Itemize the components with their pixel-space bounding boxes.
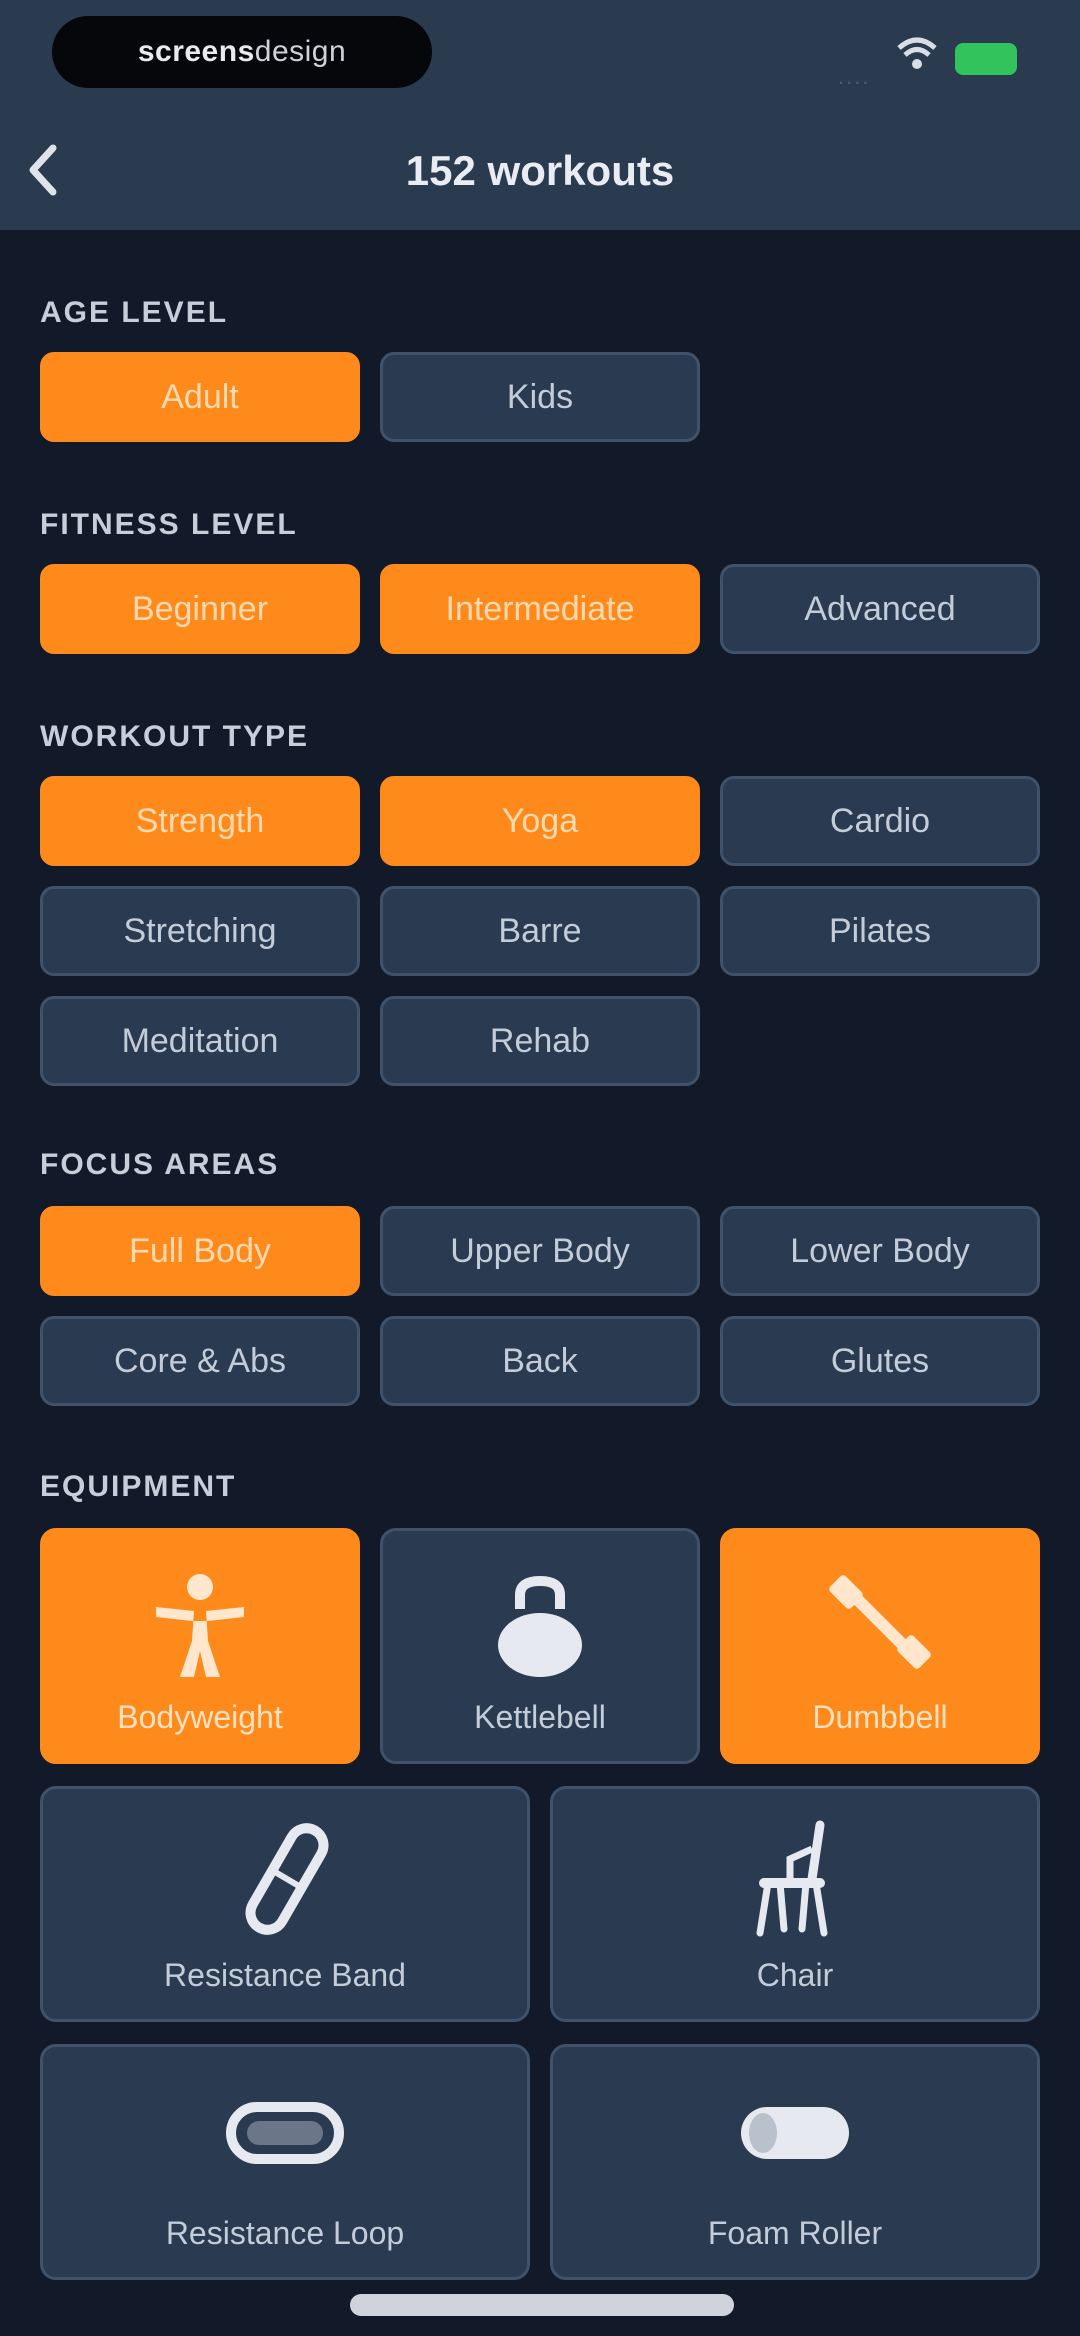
kettlebell-icon <box>383 1575 697 1679</box>
chip-workout-cardio[interactable]: Cardio <box>720 776 1040 866</box>
chip-focus-lower-body[interactable]: Lower Body <box>720 1206 1040 1296</box>
equipment-resistance-band[interactable]: Resistance Band <box>40 1786 530 2022</box>
chip-fitness-beginner[interactable]: Beginner <box>40 564 360 654</box>
home-indicator <box>350 2294 734 2316</box>
section-label-focus-areas: FOCUS AREAS <box>40 1148 280 1181</box>
chip-workout-barre[interactable]: Barre <box>380 886 700 976</box>
nav-bar: 152 workouts <box>0 112 1080 230</box>
equipment-dumbbell[interactable]: Dumbbell <box>720 1528 1040 1764</box>
chevron-left-icon <box>29 144 57 196</box>
dumbbell-icon <box>723 1567 1037 1677</box>
equipment-label: Resistance Loop <box>165 2215 405 2251</box>
equipment-label: Chair <box>756 1957 834 1993</box>
equipment-foam-roller[interactable]: Foam Roller <box>550 2044 1040 2280</box>
battery-icon <box>955 43 1017 75</box>
chip-focus-upper-body[interactable]: Upper Body <box>380 1206 700 1296</box>
section-label-fitness-level: FITNESS LEVEL <box>40 508 298 541</box>
chip-age-kids[interactable]: Kids <box>380 352 700 442</box>
section-label-workout-type: WORKOUT TYPE <box>40 720 309 753</box>
watermark-bold: screens <box>137 35 255 68</box>
back-button[interactable] <box>14 140 74 200</box>
chip-fitness-intermediate[interactable]: Intermediate <box>380 564 700 654</box>
chip-workout-stretching[interactable]: Stretching <box>40 886 360 976</box>
equipment-label: Foam Roller <box>707 2215 883 2251</box>
equipment-label: Kettlebell <box>474 1699 606 1735</box>
page-title: 152 workouts <box>405 147 675 194</box>
chip-workout-yoga[interactable]: Yoga <box>380 776 700 866</box>
resistance-loop-icon <box>43 2101 527 2165</box>
wifi-icon <box>897 37 937 69</box>
chip-focus-full-body[interactable]: Full Body <box>40 1206 360 1296</box>
signal-icon: .... <box>838 64 871 89</box>
chip-focus-core-abs[interactable]: Core & Abs <box>40 1316 360 1406</box>
equipment-label: Dumbbell <box>812 1699 948 1735</box>
chip-fitness-advanced[interactable]: Advanced <box>720 564 1040 654</box>
chip-age-adult[interactable]: Adult <box>40 352 360 442</box>
chip-workout-pilates[interactable]: Pilates <box>720 886 1040 976</box>
chip-focus-back[interactable]: Back <box>380 1316 700 1406</box>
equipment-bodyweight[interactable]: Bodyweight <box>40 1528 360 1764</box>
resistance-band-icon <box>43 1819 527 1939</box>
chip-workout-strength[interactable]: Strength <box>40 776 360 866</box>
equipment-resistance-loop[interactable]: Resistance Loop <box>40 2044 530 2280</box>
equipment-label: Bodyweight <box>117 1699 283 1735</box>
screen: screens design .... 152 workouts AGE LEVE… <box>0 0 1080 2336</box>
person-icon <box>43 1571 357 1681</box>
status-bar: screens design .... <box>0 0 1080 112</box>
equipment-kettlebell[interactable]: Kettlebell <box>380 1528 700 1764</box>
chair-icon <box>553 1819 1037 1939</box>
equipment-chair[interactable]: Chair <box>550 1786 1040 2022</box>
chip-focus-glutes[interactable]: Glutes <box>720 1316 1040 1406</box>
chip-workout-rehab[interactable]: Rehab <box>380 996 700 1086</box>
section-label-age-level: AGE LEVEL <box>40 296 229 329</box>
watermark-pill: screens design <box>52 16 432 88</box>
watermark-light: design <box>254 35 347 68</box>
equipment-label: Resistance Band <box>164 1957 406 1993</box>
foam-roller-icon <box>553 2101 1037 2165</box>
section-label-equipment: EQUIPMENT <box>40 1470 237 1503</box>
chip-workout-meditation[interactable]: Meditation <box>40 996 360 1086</box>
